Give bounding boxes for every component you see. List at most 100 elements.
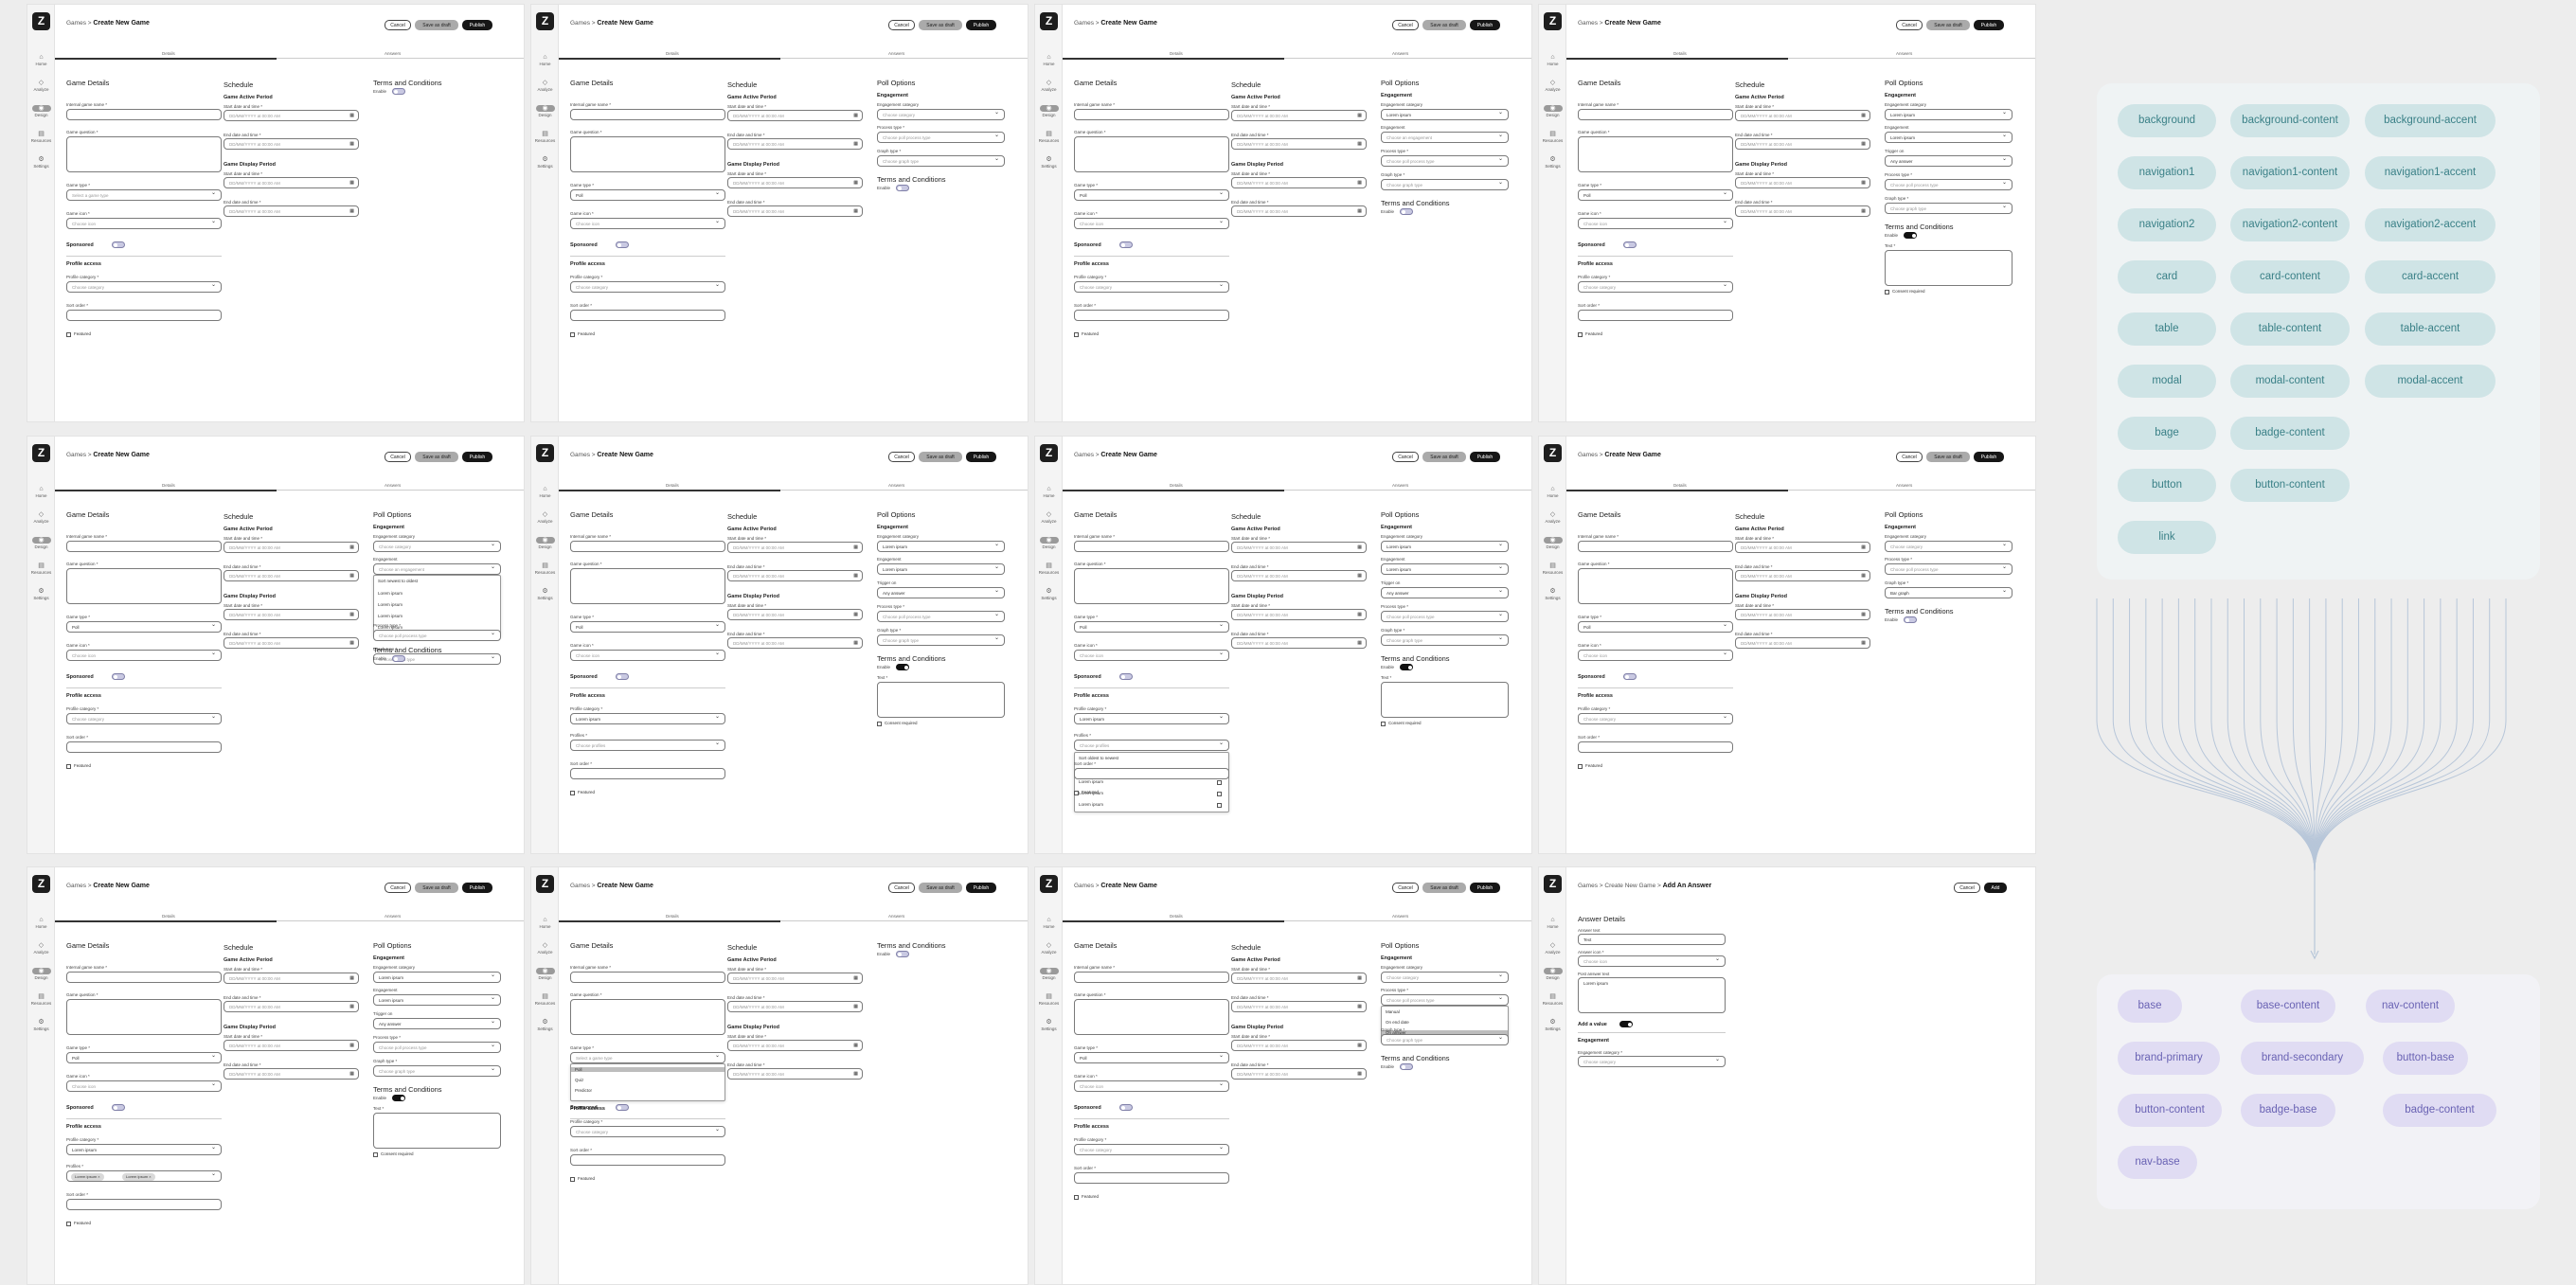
- end-date-input[interactable]: DD/MM/YYYY at 00:00 AM: [224, 1001, 359, 1012]
- nav-item-home[interactable]: ⌂ Home: [1539, 54, 1566, 67]
- sponsored-toggle[interactable]: [1623, 673, 1637, 680]
- nav-item-resources[interactable]: ▤ Resources: [531, 993, 559, 1007]
- end-date-input[interactable]: DD/MM/YYYY at 00:00 AM: [1231, 138, 1367, 150]
- app-logo-icon[interactable]: Z: [536, 12, 554, 30]
- checkbox[interactable]: [1074, 791, 1079, 795]
- process-type-select[interactable]: Choose poll process type: [1381, 994, 1509, 1006]
- publish-button[interactable]: Publish: [1470, 20, 1500, 30]
- nav-item-resources[interactable]: ▤ Resources: [531, 131, 559, 144]
- game-type-select[interactable]: Poll: [1074, 621, 1229, 633]
- nav-item-design[interactable]: ◉ Design: [1035, 537, 1063, 550]
- process-type-select[interactable]: Choose poll process type: [373, 630, 501, 641]
- save-draft-button[interactable]: Save as draft: [1422, 883, 1466, 893]
- tab-answers[interactable]: Answers: [385, 483, 401, 488]
- nav-item-analyze[interactable]: ◇ Analyze: [27, 942, 55, 955]
- profile-chip[interactable]: Lorem ipsum ×: [122, 1173, 155, 1181]
- terms-enable-toggle[interactable]: [896, 185, 909, 191]
- nav-item-design[interactable]: ◉ Design: [1035, 105, 1063, 118]
- sponsored-toggle[interactable]: [1119, 1104, 1133, 1111]
- display-start-input[interactable]: DD/MM/YYYY at 00:00 AM: [224, 609, 359, 620]
- tab-answers[interactable]: Answers: [1896, 51, 1912, 56]
- nav-item-analyze[interactable]: ◇ Analyze: [1035, 942, 1063, 955]
- save-draft-button[interactable]: Save as draft: [1926, 452, 1970, 462]
- nav-item-settings[interactable]: ⚙ Settings: [1539, 156, 1566, 170]
- sort-order-input[interactable]: [570, 310, 725, 321]
- trigger-select[interactable]: Any answer: [1381, 587, 1509, 598]
- engagement-category-select[interactable]: Choose category: [877, 109, 1005, 120]
- display-start-input[interactable]: DD/MM/YYYY at 00:00 AM: [727, 609, 863, 620]
- breadcrumb-root[interactable]: Games: [1578, 452, 1598, 458]
- nav-item-home[interactable]: ⌂ Home: [1539, 917, 1566, 930]
- cancel-button[interactable]: Cancel: [1392, 20, 1419, 30]
- nav-item-design[interactable]: ◉ Design: [531, 105, 559, 118]
- graph-type-select[interactable]: Choose graph type: [1381, 179, 1509, 190]
- engagement-category-select[interactable]: Choose category: [1578, 1056, 1726, 1067]
- trigger-select[interactable]: Any answer: [877, 587, 1005, 598]
- graph-type-select[interactable]: Bar graph: [1885, 587, 2012, 598]
- nav-item-settings[interactable]: ⚙ Settings: [27, 1019, 55, 1032]
- nav-item-home[interactable]: ⌂ Home: [1539, 486, 1566, 499]
- nav-item-settings[interactable]: ⚙ Settings: [1035, 1019, 1063, 1032]
- nav-item-resources[interactable]: ▤ Resources: [1539, 562, 1566, 576]
- sponsored-toggle[interactable]: [1119, 673, 1133, 680]
- display-end-input[interactable]: DD/MM/YYYY at 00:00 AM: [224, 1068, 359, 1080]
- profiles-select[interactable]: Choose profiles: [1074, 740, 1229, 751]
- nav-item-home[interactable]: ⌂ Home: [1035, 486, 1063, 499]
- game-icon-select[interactable]: Choose icon: [66, 1080, 222, 1092]
- game-type-select[interactable]: Select a game type: [570, 1052, 725, 1063]
- internal-name-input[interactable]: [1074, 541, 1229, 552]
- terms-enable-toggle[interactable]: [896, 951, 909, 957]
- terms-text-input[interactable]: [373, 1113, 501, 1149]
- start-date-input[interactable]: DD/MM/YYYY at 00:00 AM: [727, 542, 863, 553]
- game-question-input[interactable]: [570, 568, 725, 604]
- engagement-category-select[interactable]: Lorem ipsum: [877, 541, 1005, 552]
- end-date-input[interactable]: DD/MM/YYYY at 00:00 AM: [224, 570, 359, 581]
- tab-details[interactable]: Details: [666, 51, 679, 56]
- tab-details[interactable]: Details: [162, 483, 175, 488]
- nav-item-analyze[interactable]: ◇ Analyze: [531, 942, 559, 955]
- display-end-input[interactable]: DD/MM/YYYY at 00:00 AM: [727, 205, 863, 217]
- profile-option-checkbox[interactable]: [1217, 780, 1222, 785]
- save-draft-button[interactable]: Save as draft: [1926, 20, 1970, 30]
- sort-option[interactable]: Sort oldest to newest: [1079, 756, 1118, 760]
- breadcrumb-root[interactable]: Games: [1074, 883, 1094, 889]
- add-button[interactable]: Add: [1984, 883, 2007, 893]
- game-question-input[interactable]: [570, 136, 725, 172]
- sponsored-toggle[interactable]: [112, 673, 125, 680]
- app-logo-icon[interactable]: Z: [1544, 875, 1562, 893]
- end-date-input[interactable]: DD/MM/YYYY at 00:00 AM: [727, 138, 863, 150]
- profile-category-select[interactable]: Choose category: [66, 713, 222, 724]
- app-logo-icon[interactable]: Z: [32, 444, 50, 462]
- answer-icon-select[interactable]: Choose icon: [1578, 955, 1726, 967]
- add-value-toggle[interactable]: [1619, 1021, 1633, 1027]
- profile-category-select[interactable]: Choose category: [570, 281, 725, 293]
- game-type-select[interactable]: Poll: [1074, 1052, 1229, 1063]
- end-date-input[interactable]: DD/MM/YYYY at 00:00 AM: [1231, 1001, 1367, 1012]
- terms-text-input[interactable]: [1885, 250, 2012, 286]
- process-type-select[interactable]: Choose poll process type: [877, 132, 1005, 143]
- sponsored-toggle[interactable]: [1119, 241, 1133, 248]
- breadcrumb-mid[interactable]: Create New Game: [1604, 883, 1655, 889]
- game-type-select[interactable]: Poll: [1074, 189, 1229, 201]
- display-end-input[interactable]: DD/MM/YYYY at 00:00 AM: [1231, 205, 1367, 217]
- app-logo-icon[interactable]: Z: [1040, 875, 1058, 893]
- tab-answers[interactable]: Answers: [385, 914, 401, 919]
- game-icon-select[interactable]: Choose icon: [1074, 1080, 1229, 1092]
- cancel-button[interactable]: Cancel: [1392, 452, 1419, 462]
- publish-button[interactable]: Publish: [462, 452, 492, 462]
- sort-option[interactable]: Sort newest to oldest: [378, 579, 418, 583]
- process-type-select[interactable]: Choose poll process type: [1885, 563, 2012, 575]
- end-date-input[interactable]: DD/MM/YYYY at 00:00 AM: [1735, 138, 1870, 150]
- publish-button[interactable]: Publish: [1974, 20, 2004, 30]
- app-logo-icon[interactable]: Z: [1544, 12, 1562, 30]
- display-start-input[interactable]: DD/MM/YYYY at 00:00 AM: [1231, 609, 1367, 620]
- cancel-button[interactable]: Cancel: [385, 20, 411, 30]
- breadcrumb-root[interactable]: Games: [1578, 20, 1598, 27]
- save-draft-button[interactable]: Save as draft: [919, 20, 962, 30]
- nav-item-design[interactable]: ◉ Design: [531, 968, 559, 981]
- graph-type-select[interactable]: Choose graph type: [877, 155, 1005, 167]
- game-type-select[interactable]: Poll: [570, 189, 725, 201]
- start-date-input[interactable]: DD/MM/YYYY at 00:00 AM: [1735, 542, 1870, 553]
- publish-button[interactable]: Publish: [966, 20, 996, 30]
- breadcrumb-root[interactable]: Games: [1074, 20, 1094, 27]
